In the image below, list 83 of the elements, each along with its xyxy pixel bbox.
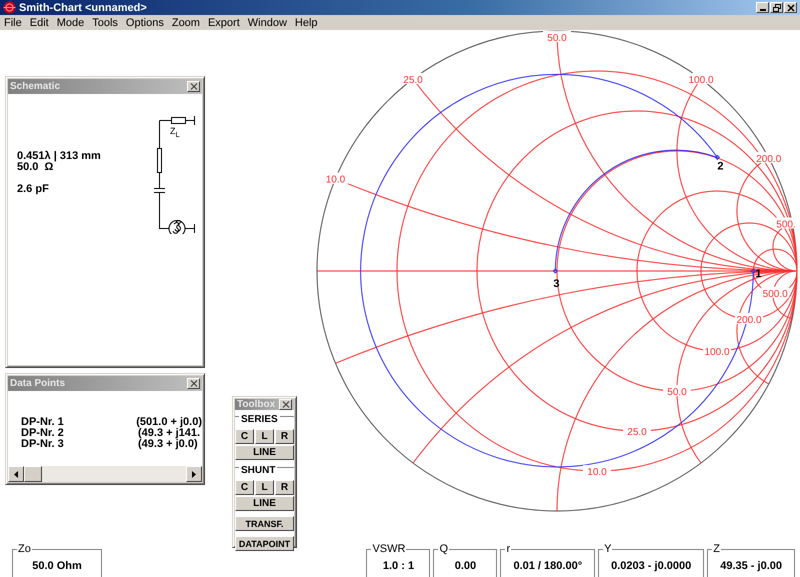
tool-button[interactable]: DATAPOINT [235,536,294,551]
readout-label: Q [438,543,450,555]
scroll-right-button[interactable] [186,466,202,482]
menu-item[interactable]: Help [290,16,322,28]
resistance-label: 100.0 [704,347,730,358]
menu-item[interactable]: Tools [88,16,122,28]
data-point-name: DP-Nr. 2 [21,428,65,439]
menu-item[interactable]: Mode [52,16,88,28]
close-icon [190,380,198,387]
resistance-label: 50.0 [667,387,687,398]
close-button[interactable] [187,378,200,389]
restore-icon [772,4,780,12]
component-button[interactable]: C [235,480,254,495]
minimize-button[interactable] [756,2,769,13]
data-point-marker-icon [714,154,720,160]
reactance-label: 200.0 [756,154,782,166]
data-point-label: 2 [717,160,724,172]
data-point-value: (49.3 + j141. [138,428,200,439]
resistance-label: 25.0 [627,427,647,438]
close-button[interactable] [187,81,200,92]
component-button[interactable]: L [255,429,274,444]
readout-value: 49.35 - j0.00 [720,560,782,572]
line-length-text: 0.451λ | 313 mm [17,151,101,162]
data-point-label: 1 [755,268,762,280]
scroll-left-button[interactable] [8,466,24,482]
load-label: Z$_{L}$ [170,127,180,139]
readout-label: Y [603,543,612,555]
readout-value: 50.0 Ohm [32,560,82,572]
data-point-name: DP-Nr. 3 [21,439,65,450]
menu-item[interactable]: Export [204,16,244,28]
menu-item[interactable]: Window [244,16,291,28]
window-title: Toolbox [237,399,276,410]
reactance-label: 25.0 [403,75,423,86]
menu-item[interactable]: Options [122,16,168,28]
data-point-name: DP-Nr. 1 [21,417,65,428]
restore-button[interactable] [770,2,783,13]
tool-button[interactable]: TRANSF. [235,516,294,531]
data-point-marker-icon [552,268,558,274]
resistance-label: 10.0 [587,467,607,478]
reactance-label: 10.0 [326,174,346,186]
menu-item[interactable]: Zoom [168,16,204,28]
reactance-label: 50.0 [547,33,567,44]
data-point-value: (501.0 + j0.0) [136,417,202,428]
close-icon [190,83,198,90]
close-button[interactable] [784,2,797,13]
minimize-icon [760,9,766,11]
readout-value: 0.01 / 180.00° [513,560,582,572]
close-icon [282,401,290,408]
window-title: Smith-Chart <unnamed> [19,2,147,14]
readout-label: r [505,543,512,555]
window-title: Schematic [10,81,60,92]
line-button[interactable]: LINE [235,445,294,460]
scrollbar-thumb[interactable] [24,466,42,482]
close-button[interactable] [279,399,292,410]
readout-label: VSWR [371,543,406,555]
component-button[interactable]: R [275,429,294,444]
readout-value: 1.0 : 1 [382,560,414,572]
resistance-label: 200.0 [736,315,762,326]
component-button[interactable]: R [275,480,294,495]
component-button[interactable]: C [235,429,254,444]
reactance-label: 100.0 [688,75,714,86]
app-icon [3,1,16,14]
group-label: SERIES [239,414,280,425]
data-point-value: (49.3 + j0.0) [138,439,198,450]
right-arrow-icon [192,470,196,478]
line-button[interactable]: LINE [235,496,294,511]
component-button[interactable]: L [255,480,274,495]
menu-item[interactable]: Edit [26,16,53,28]
horizontal-scrollbar[interactable] [8,466,202,482]
resistance-label: 500.0 [762,288,788,300]
capacitance-text: 2.6 pF [17,184,50,195]
reactance-label: 500. [776,219,796,230]
menu-item[interactable]: File [0,16,26,28]
readout-label: Z [712,543,721,555]
window-title: Data Points [10,378,66,389]
close-icon [786,4,794,12]
impedance-text: 50.0 Ω [17,162,54,173]
readout-label: Zo [17,543,32,555]
readout-value: 0.0203 - j0.0000 [611,560,692,572]
group-label: SHUNT [239,465,278,476]
data-point-marker-icon [750,268,756,274]
readout-value: 0.00 [454,560,476,572]
left-arrow-icon [14,470,18,478]
